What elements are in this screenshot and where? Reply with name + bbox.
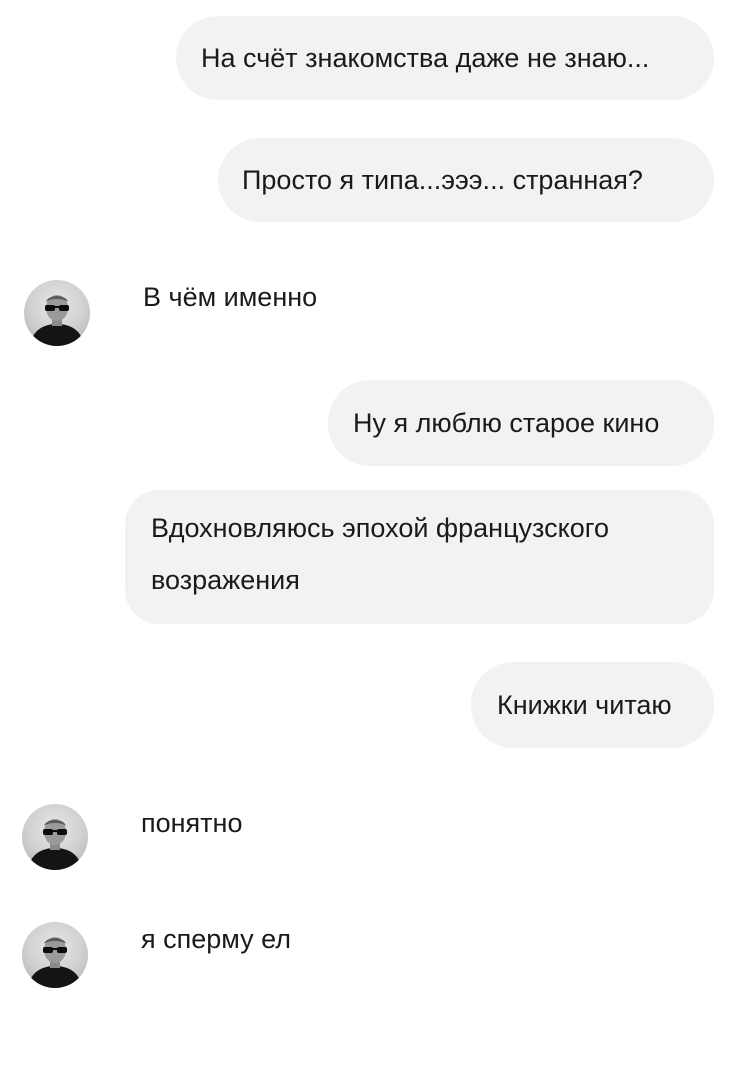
avatar-man-sunglasses-icon[interactable] (22, 922, 88, 988)
message-bubble-outgoing[interactable]: Книжки читаю (471, 662, 714, 748)
message-text-incoming: я сперму ел (141, 924, 292, 954)
message-bubble-outgoing[interactable]: Вдохновляюсь эпохой французского возраже… (125, 490, 714, 624)
message-text-incoming: понятно (141, 808, 243, 838)
message-text: Вдохновляюсь эпохой французского возраже… (151, 513, 610, 595)
message-bubble-outgoing[interactable]: На счёт знакомства даже не знаю... (176, 16, 714, 100)
avatar-man-sunglasses-icon[interactable] (22, 804, 88, 870)
avatar-man-sunglasses-icon[interactable] (24, 280, 90, 346)
message-bubble-outgoing[interactable]: Просто я типа...эээ... странная? (218, 138, 714, 222)
message-bubble-outgoing[interactable]: Ну я люблю старое кино (328, 380, 714, 466)
message-text: Ну я люблю старое кино (353, 408, 660, 438)
message-text: На счёт знакомства даже не знаю... (201, 43, 650, 73)
message-text: Книжки читаю (497, 690, 672, 720)
message-text-incoming: В чём именно (143, 282, 318, 312)
message-text: Просто я типа...эээ... странная? (242, 165, 643, 195)
